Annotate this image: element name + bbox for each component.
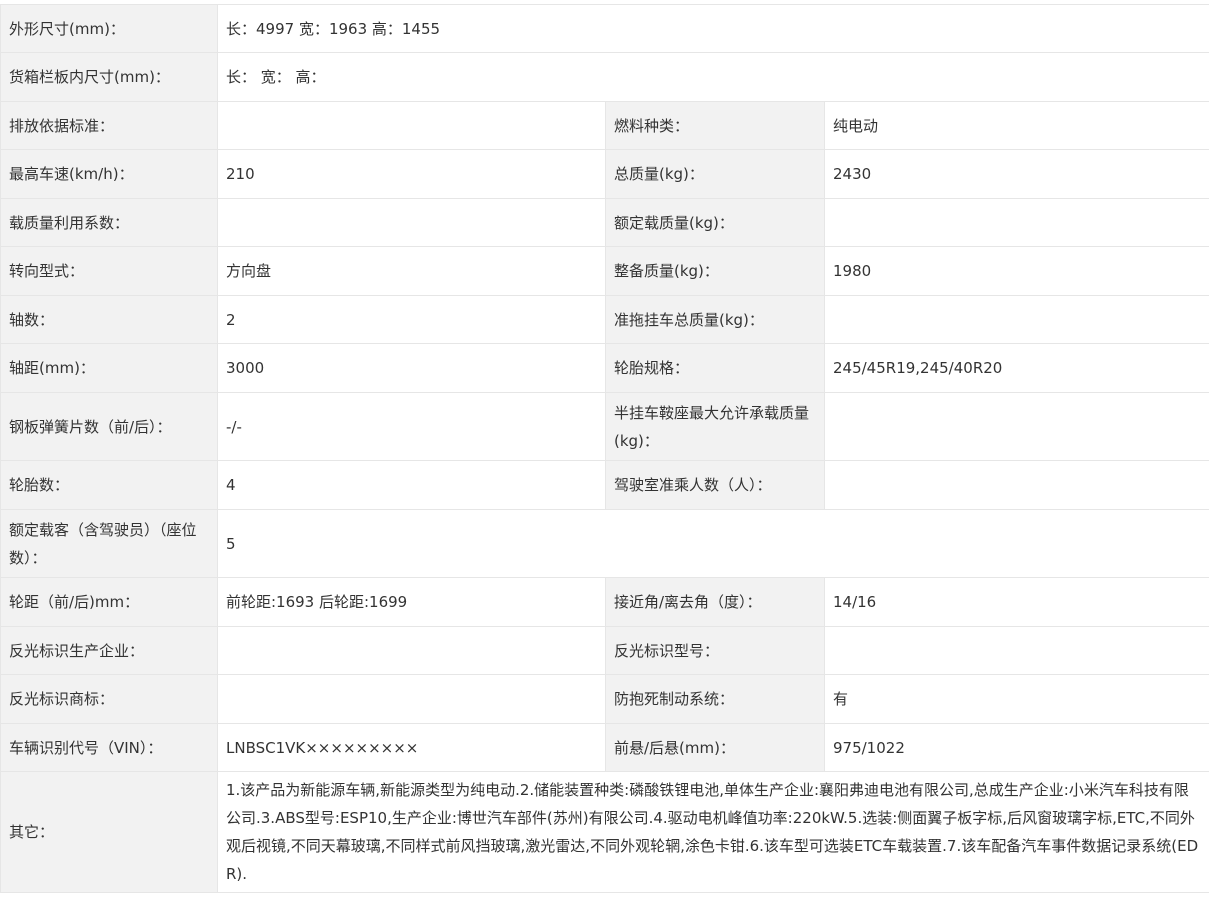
row-value: 2 <box>217 295 606 344</box>
row-label: 总质量(kg)： <box>605 149 825 199</box>
row-label: 额定载客（含驾驶员）（座位数）： <box>0 509 218 578</box>
row-label: 其它： <box>0 771 218 893</box>
row-value: 4 <box>217 460 606 510</box>
row-value <box>217 674 606 724</box>
row-value: 975/1022 <box>823 723 1209 772</box>
row-label: 防抱死制动系统： <box>605 674 825 724</box>
row-value: 245/45R19,245/40R20 <box>823 343 1209 393</box>
row-label: 货箱栏板内尺寸(mm)： <box>0 52 218 102</box>
row-value <box>823 392 1209 461</box>
row-label: 轴数： <box>0 295 218 344</box>
table-row: 外形尺寸(mm)： 长：4997 宽：1963 高：1455 <box>0 4 1209 53</box>
row-value <box>823 295 1209 344</box>
row-label: 接近角/离去角（度）： <box>605 577 825 627</box>
table-row: 反光标识生产企业： 反光标识型号： <box>0 626 1209 675</box>
table-row: 反光标识商标： 防抱死制动系统： 有 <box>0 674 1209 724</box>
row-value: 前轮距:1693 后轮距:1699 <box>217 577 606 627</box>
table-row: 排放依据标准： 燃料种类： 纯电动 <box>0 101 1209 150</box>
row-value: 1980 <box>823 246 1209 296</box>
row-value: 有 <box>823 674 1209 724</box>
table-row: 车辆识别代号（VIN）： LNBSC1VK××××××××× 前悬/后悬(mm)… <box>0 723 1209 772</box>
row-label: 轮胎规格： <box>605 343 825 393</box>
row-label: 反光标识型号： <box>605 626 825 675</box>
row-value <box>217 626 606 675</box>
row-value: 方向盘 <box>217 246 606 296</box>
spec-table: 外形尺寸(mm)： 长：4997 宽：1963 高：1455 货箱栏板内尺寸(m… <box>0 4 1209 893</box>
row-value: -/- <box>217 392 606 461</box>
row-label: 反光标识商标： <box>0 674 218 724</box>
row-value <box>823 460 1209 510</box>
row-label: 排放依据标准： <box>0 101 218 150</box>
table-row: 轴距(mm)： 3000 轮胎规格： 245/45R19,245/40R20 <box>0 343 1209 393</box>
row-value <box>823 198 1209 247</box>
row-label: 载质量利用系数： <box>0 198 218 247</box>
row-label: 轮胎数： <box>0 460 218 510</box>
row-label: 车辆识别代号（VIN）： <box>0 723 218 772</box>
row-value: 5 <box>216 509 1209 578</box>
table-row: 转向型式： 方向盘 整备质量(kg)： 1980 <box>0 246 1209 296</box>
row-label: 前悬/后悬(mm)： <box>605 723 825 772</box>
row-label: 轴距(mm)： <box>0 343 218 393</box>
row-label: 轮距（前/后)mm： <box>0 577 218 627</box>
row-label: 半挂车鞍座最大允许承载质量(kg)： <box>605 392 825 461</box>
table-row: 轮胎数： 4 驾驶室准乘人数（人）： <box>0 460 1209 510</box>
table-row: 轮距（前/后)mm： 前轮距:1693 后轮距:1699 接近角/离去角（度）：… <box>0 577 1209 627</box>
row-label: 燃料种类： <box>605 101 825 150</box>
row-value: LNBSC1VK××××××××× <box>217 723 606 772</box>
table-row: 载质量利用系数： 额定载质量(kg)： <box>0 198 1209 247</box>
table-row: 轴数： 2 准拖挂车总质量(kg)： <box>0 295 1209 344</box>
row-value <box>823 626 1209 675</box>
row-label: 钢板弹簧片数（前/后）： <box>0 392 218 461</box>
table-row: 钢板弹簧片数（前/后）： -/- 半挂车鞍座最大允许承载质量(kg)： <box>0 392 1209 461</box>
row-label: 驾驶室准乘人数（人）： <box>605 460 825 510</box>
row-value: 14/16 <box>823 577 1209 627</box>
row-value: 纯电动 <box>823 101 1209 150</box>
table-row: 货箱栏板内尺寸(mm)： 长： 宽： 高： <box>0 52 1209 102</box>
row-label: 额定载质量(kg)： <box>605 198 825 247</box>
row-label: 最高车速(km/h)： <box>0 149 218 199</box>
row-value <box>217 101 606 150</box>
row-value: 长：4997 宽：1963 高：1455 <box>216 4 1209 53</box>
table-row: 额定载客（含驾驶员）（座位数）： 5 <box>0 509 1209 578</box>
spec-table-body: 外形尺寸(mm)： 长：4997 宽：1963 高：1455 货箱栏板内尺寸(m… <box>0 4 1209 893</box>
row-value: 长： 宽： 高： <box>216 52 1209 102</box>
row-label: 反光标识生产企业： <box>0 626 218 675</box>
row-label: 转向型式： <box>0 246 218 296</box>
row-value: 2430 <box>823 149 1209 199</box>
row-value: 210 <box>217 149 606 199</box>
table-row: 其它： 1.该产品为新能源车辆,新能源类型为纯电动.2.储能装置种类:磷酸铁锂电… <box>0 771 1209 893</box>
row-value <box>217 198 606 247</box>
row-label: 整备质量(kg)： <box>605 246 825 296</box>
row-label: 外形尺寸(mm)： <box>0 4 218 53</box>
table-row: 最高车速(km/h)： 210 总质量(kg)： 2430 <box>0 149 1209 199</box>
row-value: 3000 <box>217 343 606 393</box>
row-label: 准拖挂车总质量(kg)： <box>605 295 825 344</box>
row-value: 1.该产品为新能源车辆,新能源类型为纯电动.2.储能装置种类:磷酸铁锂电池,单体… <box>216 771 1209 893</box>
